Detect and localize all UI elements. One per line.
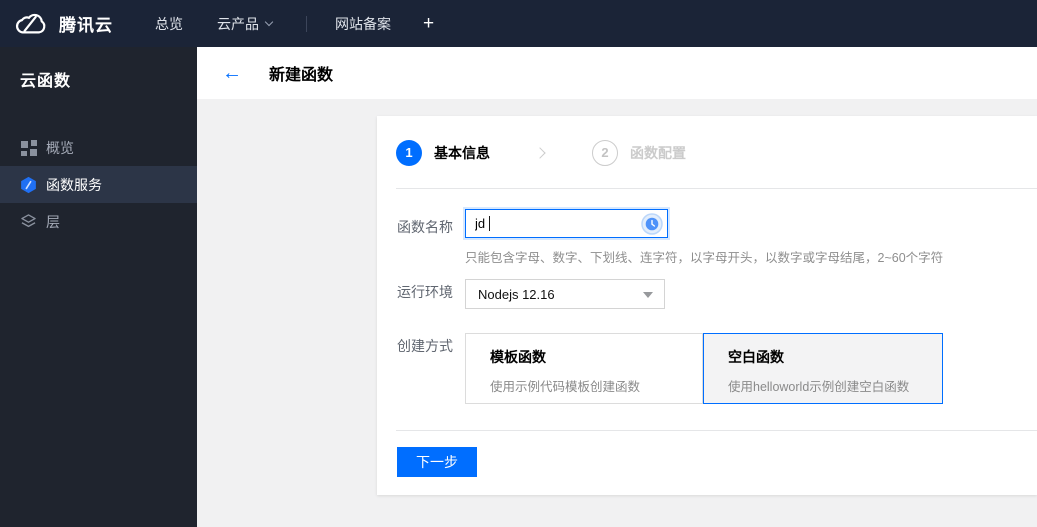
nav-overview-label: 总览 [155, 15, 183, 32]
method-card-title: 空白函数 [728, 349, 784, 365]
sidebar-item-overview[interactable]: 概览 [0, 129, 197, 166]
method-card-desc: 使用helloworld示例创建空白函数 [728, 380, 910, 394]
method-card-blank-function[interactable]: 空白函数 使用helloworld示例创建空白函数 [703, 333, 943, 404]
function-hexagon-icon [20, 176, 37, 194]
nav-cloud-products-label: 云产品 [217, 15, 259, 32]
nav-website-icp-label: 网站备案 [335, 15, 391, 32]
sidebar-item-label: 层 [46, 213, 60, 230]
back-arrow-icon[interactable]: ← [222, 63, 242, 83]
content-area: 1 基本信息 2 函数配置 函数名称 只能包含字母、数字、下划线、连字符，以字母… [197, 99, 1037, 527]
sidebar-item-label: 函数服务 [46, 176, 102, 193]
tencent-cloud-logo-icon [14, 12, 50, 35]
sidebar-menu: 概览 函数服务 层 [0, 129, 197, 240]
function-name-input[interactable] [465, 209, 668, 238]
method-card-title: 模板函数 [490, 349, 546, 365]
method-card-template-function[interactable]: 模板函数 使用示例代码模板创建函数 [465, 333, 703, 404]
topnav: 总览 云产品 网站备案 + [155, 14, 434, 34]
create-function-card: 1 基本信息 2 函数配置 函数名称 只能包含字母、数字、下划线、连字符，以字母… [377, 116, 1037, 495]
page-header: ← 新建函数 [197, 47, 1037, 99]
sidebar: 云函数 概览 函数服务 层 [0, 47, 197, 527]
runtime-select[interactable]: Nodejs 12.16 [465, 279, 665, 309]
nav-cloud-products[interactable]: 云产品 [217, 14, 274, 34]
page-title: 新建函数 [269, 67, 334, 84]
chevron-down-icon [264, 17, 274, 27]
function-name-help: 只能包含字母、数字、下划线、连字符，以字母开头，以数字或字母结尾，2~60个字符 [465, 251, 944, 265]
next-step-button[interactable]: 下一步 [397, 447, 477, 477]
layers-icon [20, 213, 37, 231]
grid-icon [20, 139, 37, 157]
sidebar-item-layers[interactable]: 层 [0, 203, 197, 240]
step-1-label: 基本信息 [434, 144, 490, 161]
step-2-circle: 2 [592, 139, 618, 166]
add-tab-button[interactable]: + [423, 14, 434, 33]
brand[interactable]: 腾讯云 [14, 11, 113, 36]
nav-website-icp[interactable]: 网站备案 [335, 14, 391, 34]
creation-method-label: 创建方式 [397, 338, 453, 354]
chevron-right-icon [534, 146, 546, 159]
dropdown-arrow-icon [643, 292, 653, 298]
brand-name: 腾讯云 [59, 16, 113, 35]
sidebar-title: 云函数 [20, 73, 72, 90]
text-caret [489, 216, 490, 231]
method-card-desc: 使用示例代码模板创建函数 [490, 380, 641, 394]
step-indicator: 1 基本信息 2 函数配置 [377, 116, 1037, 189]
step-1-circle: 1 [396, 139, 422, 166]
runtime-selected-value: Nodejs 12.16 [478, 286, 555, 302]
function-name-label: 函数名称 [397, 219, 453, 235]
nav-overview[interactable]: 总览 [155, 14, 183, 34]
clock-history-icon[interactable] [641, 212, 663, 235]
step-2-label: 函数配置 [630, 144, 686, 161]
topbar: 腾讯云 总览 云产品 网站备案 + [0, 0, 1037, 47]
runtime-label: 运行环境 [397, 284, 453, 300]
sidebar-item-function-service[interactable]: 函数服务 [0, 166, 197, 203]
nav-divider [306, 15, 307, 32]
steps-divider [396, 188, 1037, 189]
sidebar-item-label: 概览 [46, 139, 74, 156]
footer-divider [396, 430, 1037, 431]
